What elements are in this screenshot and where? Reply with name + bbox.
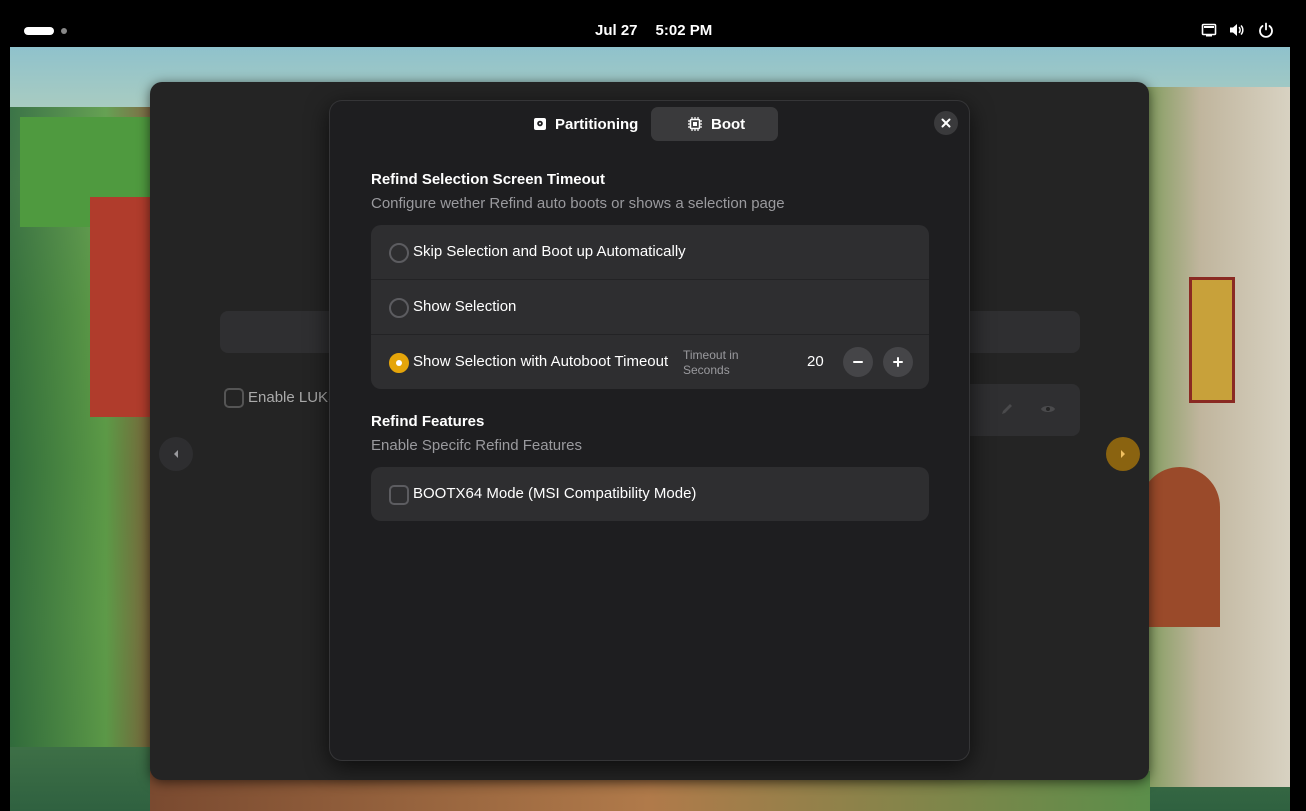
volume-icon[interactable] — [1229, 22, 1245, 38]
enable-luks-checkbox[interactable] — [224, 388, 244, 408]
enable-luks-label: Enable LUKS — [248, 389, 339, 406]
chevron-left-icon — [174, 450, 178, 458]
features-section-title: Refind Features — [371, 413, 485, 430]
skip-selection-radio[interactable] — [389, 243, 409, 263]
chip-icon — [688, 117, 702, 131]
tab-partitioning[interactable]: Partitioning — [528, 107, 640, 141]
increment-button[interactable] — [883, 347, 913, 377]
bootx64-mode-checkbox[interactable] — [389, 485, 409, 505]
timeout-caption: Timeout in Seconds — [683, 348, 739, 378]
features-section-subtitle: Enable Specifc Refind Features — [371, 437, 582, 454]
clock[interactable]: Jul 27 5:02 PM — [595, 22, 712, 39]
tab-partitioning-label: Partitioning — [555, 115, 639, 133]
timeout-caption-line2: Seconds — [683, 363, 730, 377]
minus-icon — [853, 361, 863, 363]
power-icon[interactable] — [1258, 22, 1274, 38]
features-options-list: BOOTX64 Mode (MSI Compatibility Mode) — [371, 467, 929, 521]
previous-page-button[interactable] — [159, 437, 193, 471]
date-label: Jul 27 — [595, 22, 638, 39]
network-icon[interactable] — [1201, 22, 1217, 38]
bootx64-mode-label: BOOTX64 Mode (MSI Compatibility Mode) — [413, 485, 697, 502]
option-show-selection[interactable]: Show Selection — [371, 280, 929, 335]
show-selection-label: Show Selection — [413, 298, 517, 315]
workspace-indicator-inactive[interactable] — [61, 28, 67, 34]
wallpaper-right-scene — [1140, 87, 1290, 787]
option-autoboot-timeout[interactable]: Show Selection with Autoboot Timeout Tim… — [371, 335, 929, 389]
background-password-row — [950, 384, 1080, 436]
timeout-section-subtitle: Configure wether Refind auto boots or sh… — [371, 195, 785, 212]
tab-boot-label: Boot — [711, 115, 746, 133]
workspace-indicator-active[interactable] — [24, 27, 54, 35]
wallpaper-sign — [1189, 277, 1235, 403]
chevron-right-icon — [1121, 450, 1125, 458]
timeout-section-title: Refind Selection Screen Timeout — [371, 171, 605, 188]
boot-settings-dialog: Partitioning Boot Refind Selection Scree… — [330, 101, 969, 760]
decrement-button[interactable] — [843, 347, 873, 377]
autoboot-timeout-radio[interactable] — [389, 353, 409, 373]
timeout-value[interactable]: 20 — [807, 353, 824, 370]
time-label: 5:02 PM — [655, 22, 713, 39]
close-button[interactable] — [934, 111, 958, 135]
timeout-options-list: Skip Selection and Boot up Automatically… — [371, 225, 929, 389]
top-bar: Jul 27 5:02 PM — [0, 0, 1306, 47]
option-bootx64-mode[interactable]: BOOTX64 Mode (MSI Compatibility Mode) — [371, 467, 929, 521]
plus-icon — [893, 357, 903, 367]
close-icon — [941, 118, 951, 128]
eye-icon[interactable] — [1040, 402, 1056, 419]
show-selection-radio[interactable] — [389, 298, 409, 318]
timeout-caption-line1: Timeout in — [683, 348, 739, 362]
drive-icon — [534, 118, 546, 130]
autoboot-timeout-label: Show Selection with Autoboot Timeout — [413, 353, 669, 370]
option-skip-selection[interactable]: Skip Selection and Boot up Automatically — [371, 225, 929, 280]
next-page-button[interactable] — [1106, 437, 1140, 471]
skip-selection-label: Skip Selection and Boot up Automatically — [413, 243, 686, 260]
tab-boot[interactable]: Boot — [651, 107, 778, 141]
edit-icon[interactable] — [1000, 402, 1014, 419]
wallpaper-door — [1140, 467, 1220, 627]
